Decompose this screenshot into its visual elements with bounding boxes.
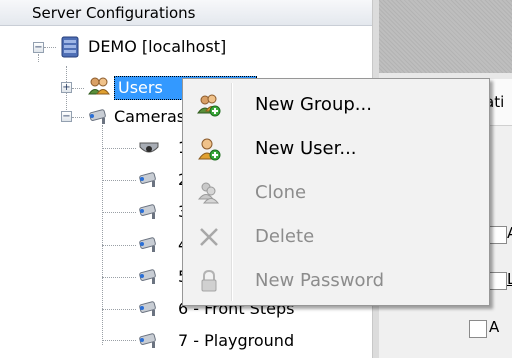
option-label-2: Lo bbox=[507, 270, 512, 288]
dome-camera-icon bbox=[139, 142, 159, 153]
tree-line bbox=[102, 148, 136, 149]
tree-line bbox=[72, 88, 84, 89]
menu-item-new-password[interactable]: New Password bbox=[185, 259, 485, 303]
tree-line bbox=[102, 212, 136, 213]
context-menu: New Group... New User... Clone Delete Ne… bbox=[182, 78, 490, 306]
new-group-icon bbox=[197, 94, 221, 117]
users-icon bbox=[88, 77, 110, 95]
collapse-cameras-toggle[interactable]: − bbox=[61, 111, 72, 122]
cameras-icon bbox=[89, 109, 106, 124]
menu-item-label: Clone bbox=[255, 182, 307, 203]
option-checkbox-2[interactable] bbox=[489, 272, 507, 290]
menu-item-new-user[interactable]: New User... bbox=[185, 127, 485, 171]
menu-item-label: Delete bbox=[255, 226, 315, 247]
lock-icon bbox=[201, 269, 217, 292]
details-header bbox=[379, 0, 512, 73]
tree-node-camera-7[interactable]: 7 - Playground bbox=[178, 330, 294, 352]
tree-node-cameras[interactable]: Cameras bbox=[114, 106, 185, 128]
menu-item-label: New Group... bbox=[255, 94, 372, 115]
menu-item-label: New User... bbox=[255, 138, 357, 159]
tree-line bbox=[102, 125, 103, 345]
option-checkbox-1[interactable] bbox=[489, 226, 507, 244]
tree-line bbox=[72, 117, 84, 118]
menu-item-delete[interactable]: Delete bbox=[185, 215, 485, 259]
option-label-3: A bbox=[489, 318, 500, 336]
camera-icon bbox=[139, 237, 156, 252]
collapse-server-toggle[interactable]: − bbox=[33, 42, 44, 53]
option-checkbox-3[interactable] bbox=[469, 320, 487, 338]
menu-item-clone[interactable]: Clone bbox=[185, 171, 485, 215]
option-label-1: A bbox=[507, 224, 512, 242]
camera-icon bbox=[139, 301, 156, 316]
tree-line bbox=[102, 180, 136, 181]
menu-item-label: New Password bbox=[255, 270, 385, 291]
expand-users-toggle[interactable]: + bbox=[61, 82, 72, 93]
camera-icon bbox=[139, 172, 156, 187]
delete-icon bbox=[200, 228, 218, 246]
server-icon bbox=[61, 36, 79, 58]
tree-line bbox=[102, 277, 136, 278]
camera-icon bbox=[139, 269, 156, 284]
clone-icon bbox=[197, 182, 220, 204]
camera-icon bbox=[139, 333, 156, 348]
new-user-icon bbox=[198, 138, 221, 161]
pane-title: Server Configurations bbox=[0, 0, 372, 26]
tree-line bbox=[102, 340, 136, 341]
tree-line bbox=[44, 47, 56, 48]
tree-line bbox=[102, 309, 136, 310]
tree-line bbox=[38, 54, 39, 62]
tree-node-server[interactable]: DEMO [localhost] bbox=[88, 36, 226, 58]
tree-line bbox=[102, 245, 136, 246]
camera-icon bbox=[139, 204, 156, 219]
menu-item-new-group[interactable]: New Group... bbox=[185, 83, 485, 127]
